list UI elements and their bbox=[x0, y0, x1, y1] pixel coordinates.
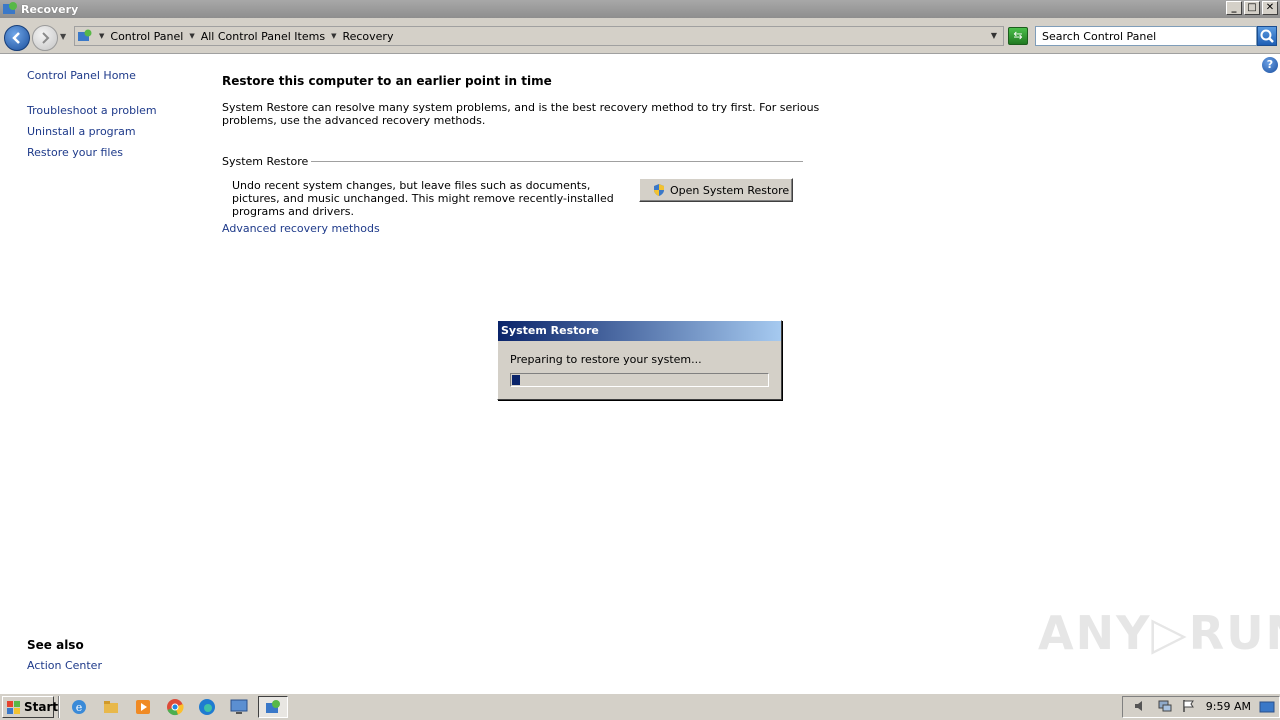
open-system-restore-button[interactable]: Open System Restore bbox=[639, 178, 793, 202]
page-title: Restore this computer to an earlier poin… bbox=[222, 74, 552, 88]
clock[interactable]: 9:59 AM bbox=[1206, 700, 1251, 713]
address-history-dropdown-icon[interactable]: ▼ bbox=[991, 31, 997, 40]
svg-text:e: e bbox=[76, 701, 83, 714]
open-system-restore-label: Open System Restore bbox=[670, 183, 790, 197]
help-icon: ? bbox=[1266, 58, 1274, 71]
advanced-recovery-link[interactable]: Advanced recovery methods bbox=[222, 222, 380, 235]
control-panel-icon bbox=[77, 28, 93, 44]
window-title: Recovery bbox=[21, 2, 79, 16]
sidebar-link-uninstall[interactable]: Uninstall a program bbox=[27, 125, 136, 138]
address-bar[interactable]: ▼ Control Panel ▼ All Control Panel Item… bbox=[74, 26, 1004, 46]
window-controls: _ □ ✕ bbox=[1226, 1, 1278, 15]
chevron-down-icon[interactable]: ▼ bbox=[331, 32, 336, 40]
file-explorer-icon[interactable] bbox=[98, 696, 124, 718]
maximize-button[interactable]: □ bbox=[1244, 1, 1260, 15]
progress-bar-fill bbox=[512, 375, 520, 385]
refresh-icon: ⇆ bbox=[1013, 29, 1023, 42]
volume-icon[interactable] bbox=[1133, 698, 1149, 717]
breadcrumb-item[interactable]: ▼ All Control Panel Items bbox=[189, 30, 325, 43]
back-button[interactable] bbox=[4, 25, 30, 51]
arrow-right-icon bbox=[42, 32, 50, 44]
arrow-left-icon bbox=[12, 32, 20, 44]
section-description: Undo recent system changes, but leave fi… bbox=[232, 179, 614, 218]
control-panel-icon[interactable] bbox=[258, 696, 288, 718]
see-also-heading: See also bbox=[27, 638, 84, 652]
action-center-flag-icon[interactable] bbox=[1181, 698, 1197, 717]
network-icon[interactable] bbox=[1157, 698, 1173, 717]
sidebar-link-action-center[interactable]: Action Center bbox=[27, 659, 102, 672]
breadcrumb-all-items[interactable]: All Control Panel Items bbox=[201, 30, 325, 43]
taskbar: Start e 9:59 AM bbox=[0, 693, 1280, 720]
start-button[interactable]: Start bbox=[2, 696, 58, 718]
show-desktop-icon[interactable] bbox=[1259, 700, 1275, 717]
close-button[interactable]: ✕ bbox=[1262, 1, 1278, 15]
search-icon bbox=[1260, 29, 1274, 43]
breadcrumb-item[interactable]: ▼ Control Panel bbox=[99, 30, 183, 43]
recent-pages-dropdown-icon[interactable]: ▼ bbox=[60, 32, 66, 41]
watermark-logo: ANY▷RUN bbox=[1038, 606, 1280, 660]
system-restore-dialog: System Restore Preparing to restore your… bbox=[497, 320, 782, 400]
chevron-down-icon[interactable]: ▼ bbox=[99, 32, 104, 40]
sidebar-link-control-panel-home[interactable]: Control Panel Home bbox=[27, 69, 136, 82]
control-panel-icon bbox=[2, 1, 18, 17]
search-input[interactable]: Search Control Panel bbox=[1035, 26, 1257, 46]
help-button[interactable]: ? bbox=[1262, 57, 1278, 73]
start-label: Start bbox=[24, 700, 59, 714]
chrome-icon[interactable] bbox=[162, 696, 188, 718]
breadcrumb-recovery[interactable]: Recovery bbox=[342, 30, 393, 43]
forward-button[interactable] bbox=[32, 25, 58, 51]
search-button[interactable] bbox=[1257, 26, 1277, 46]
title-bar: Recovery _ □ ✕ bbox=[0, 0, 1280, 18]
dialog-title: System Restore bbox=[498, 321, 781, 341]
progress-bar bbox=[510, 373, 769, 387]
internet-explorer-icon[interactable]: e bbox=[66, 696, 92, 718]
taskbar-separator bbox=[58, 696, 60, 718]
remote-desktop-icon[interactable] bbox=[226, 696, 252, 718]
sidebar-link-troubleshoot[interactable]: Troubleshoot a problem bbox=[27, 104, 157, 117]
section-divider bbox=[300, 161, 803, 162]
page-description: System Restore can resolve many system p… bbox=[222, 101, 820, 127]
media-player-icon[interactable] bbox=[130, 696, 156, 718]
refresh-button[interactable]: ⇆ bbox=[1008, 27, 1028, 45]
windows-logo-icon bbox=[6, 699, 22, 715]
system-tray: 9:59 AM bbox=[1122, 696, 1280, 718]
uac-shield-icon bbox=[652, 183, 666, 197]
chevron-down-icon[interactable]: ▼ bbox=[189, 32, 194, 40]
recovery-window: Recovery _ □ ✕ ▼ ▼ Control Panel ▼ All C… bbox=[0, 0, 1280, 720]
sidebar-link-restore-files[interactable]: Restore your files bbox=[27, 146, 123, 159]
edge-icon[interactable] bbox=[194, 696, 220, 718]
breadcrumb-control-panel[interactable]: Control Panel bbox=[110, 30, 183, 43]
minimize-button[interactable]: _ bbox=[1226, 1, 1242, 15]
navigation-bar: ▼ ▼ Control Panel ▼ All Control Panel It… bbox=[0, 18, 1280, 54]
breadcrumb-item[interactable]: ▼ Recovery bbox=[331, 30, 393, 43]
section-heading: System Restore bbox=[222, 155, 312, 168]
dialog-message: Preparing to restore your system... bbox=[510, 353, 702, 366]
